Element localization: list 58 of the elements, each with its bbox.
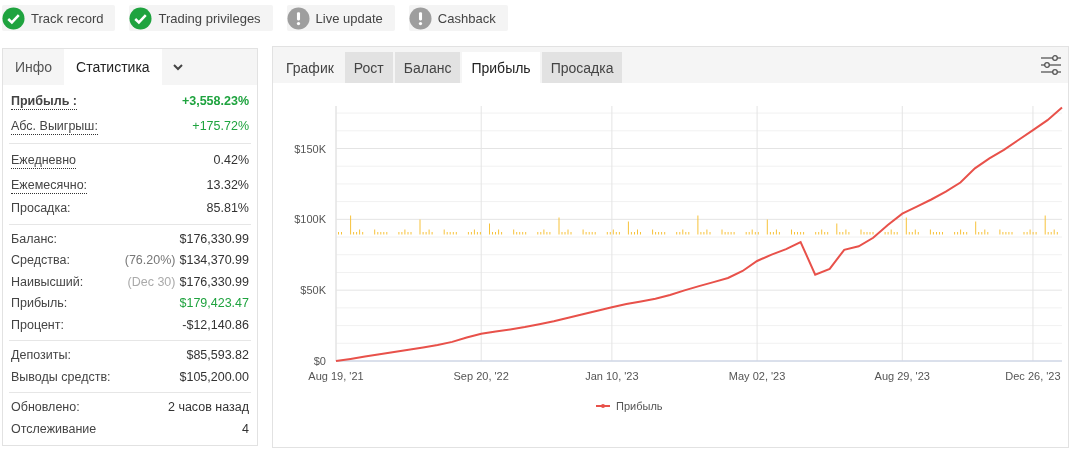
stat-label: Прибыль : (11, 94, 77, 110)
stat-value: 13.32% (206, 177, 249, 194)
stat-value: $176,330.99 (179, 230, 249, 248)
stat-label: Баланс: (11, 230, 58, 248)
tab[interactable]: Баланс (394, 52, 461, 83)
legend-marker (595, 404, 611, 408)
checkmark-icon (129, 6, 153, 30)
axis-label: May 02, '23 (728, 370, 786, 382)
stat-value: $85,593.82 (186, 347, 249, 364)
stat-value: 0.42% (213, 152, 249, 169)
stat-value: $179,423.47 (179, 295, 249, 312)
status-badge: Live update (286, 5, 395, 31)
stat-value: $176,330.99 (179, 273, 249, 291)
stat-value: 2 часов назад (167, 399, 249, 416)
exclamation-icon (286, 6, 310, 30)
tab[interactable]: График (277, 52, 343, 83)
settings-icon[interactable] (1040, 54, 1062, 76)
stat-value: +3,558.23% (181, 93, 249, 110)
status-badge: Cashback (408, 5, 508, 31)
axis-label: $0 (313, 355, 326, 367)
stat-label: Наивысший: (11, 273, 84, 291)
tab[interactable]: Просадка (541, 52, 623, 83)
stat-label: Ежемесячно: (11, 178, 88, 194)
axis-label: Jan 10, '23 (585, 370, 639, 382)
stat-value: 85.81% (206, 200, 249, 217)
axis-label: $100K (294, 213, 326, 226)
tab[interactable]: Инфо (3, 49, 65, 85)
legend-label[interactable]: Прибыль (616, 400, 663, 412)
stat-value: $105,200.00 (179, 368, 249, 386)
axis-label: $50K (300, 284, 326, 297)
stat-label: Средства: (11, 252, 70, 269)
stat-label: Депозиты: (11, 347, 71, 364)
tab[interactable]: Статистика (64, 49, 162, 85)
stat-note: (Dec 30) (127, 273, 176, 291)
axis-label: Aug 29, '23 (874, 370, 930, 382)
tab[interactable]: Рост (344, 52, 393, 83)
stat-label: Прибыль: (11, 295, 68, 312)
axis-label: Sep 20, '22 (453, 370, 509, 382)
stat-value: -$12,140.86 (182, 316, 249, 334)
stat-label: Абс. Выигрыш: (11, 119, 98, 135)
chevron-down-icon[interactable] (171, 61, 184, 73)
stat-label: Отслеживание (11, 420, 97, 438)
tab[interactable]: Прибыль (462, 52, 540, 83)
stat-label: Процент: (11, 316, 64, 334)
stat-value: +175.72% (192, 118, 249, 135)
axis-label: Aug 19, '21 (308, 370, 364, 382)
stat-label: Выводы средств: (11, 368, 111, 386)
stat-label: Ежедневно (11, 153, 77, 169)
stat-value: $134,370.99 (179, 252, 249, 269)
axis-label: $150K (294, 142, 326, 155)
exclamation-icon (408, 6, 432, 30)
stat-label: Просадка: (11, 200, 71, 217)
stat-note: (76.20%) (124, 252, 176, 269)
status-badge: Track record (2, 5, 116, 31)
axis-label: Dec 26, '23 (1005, 370, 1061, 382)
stat-value: 4 (242, 420, 249, 438)
status-badge: Trading privileges (129, 5, 273, 31)
stat-label: Обновлено: (11, 399, 80, 416)
